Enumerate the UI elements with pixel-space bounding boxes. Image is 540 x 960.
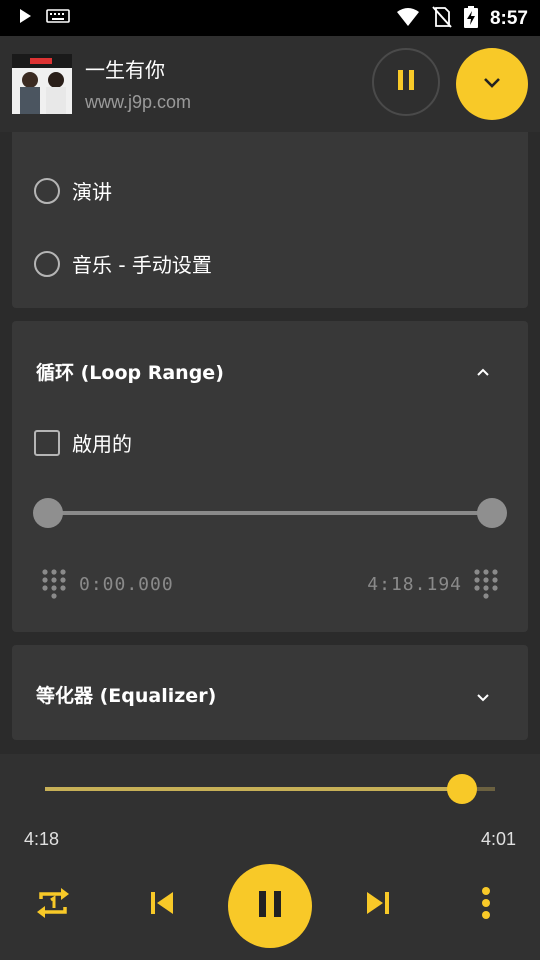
seek-progress [45,787,462,791]
equalizer-title[interactable]: 等化器 (Equalizer) [36,681,216,708]
mini-pause-button[interactable] [372,48,440,116]
status-bar: 8:57 [0,0,540,36]
chevron-down-icon [481,75,503,94]
previous-button[interactable] [140,882,184,928]
radio-button[interactable] [34,177,60,204]
loop-start-time[interactable]: 0:00.000 [79,574,174,595]
loop-end-time[interactable]: 4:18.194 [367,574,462,595]
equalizer-panel[interactable]: 等化器 (Equalizer) [12,645,528,740]
loop-range-slider[interactable] [48,511,492,515]
chevron-down-icon[interactable] [476,688,490,707]
option-label: 演讲 [72,180,112,204]
chevron-up-icon[interactable] [476,362,490,381]
play-pause-button[interactable] [228,864,312,948]
loop-start-handle[interactable] [33,498,63,528]
battery-charging-icon [463,6,478,32]
repeat-one-icon [33,883,73,927]
more-options-button[interactable] [466,882,506,928]
album-art[interactable] [12,54,72,114]
loop-end-handle[interactable] [477,498,507,528]
collapse-button[interactable] [456,48,528,120]
pause-icon [396,69,416,95]
enable-label: 啟用的 [72,432,132,456]
track-subtitle: www.j9p.com [85,92,192,112]
loop-panel-title[interactable]: 循环 (Loop Range) [36,358,224,385]
more-vert-icon [481,886,491,924]
clock: 8:57 [489,8,528,29]
player-controls: 4:18 4:01 [0,754,540,960]
skip-previous-icon [147,888,177,922]
radio-button[interactable] [34,250,60,277]
pause-icon [257,890,283,922]
skip-next-icon [363,888,393,922]
loop-range-panel: 循环 (Loop Range) 啟用的 0:00.000 4:18.194 [12,321,528,632]
loop-enable-row[interactable]: 啟用的 [34,428,132,457]
dialpad-icon[interactable] [41,568,67,604]
enable-checkbox[interactable] [34,429,60,456]
next-button[interactable] [356,882,400,928]
option-label: 音乐 - 手动设置 [72,253,212,277]
elapsed-time: 4:18 [24,829,60,849]
mode-option-speech[interactable]: 演讲 [34,176,112,205]
seek-bar[interactable] [45,774,495,804]
remaining-time: 4:01 [480,829,516,849]
wifi-icon [396,7,420,31]
keyboard-icon [46,8,70,28]
mode-option-music-manual[interactable]: 音乐 - 手动设置 [34,249,212,278]
seek-thumb[interactable] [447,774,477,804]
no-sim-icon [432,6,452,32]
dialpad-icon[interactable] [473,568,499,604]
play-icon [18,8,32,28]
repeat-one-button[interactable] [30,882,76,928]
track-title: 一生有你 [85,58,165,82]
mode-panel: 演讲 音乐 - 手动设置 [12,132,528,308]
